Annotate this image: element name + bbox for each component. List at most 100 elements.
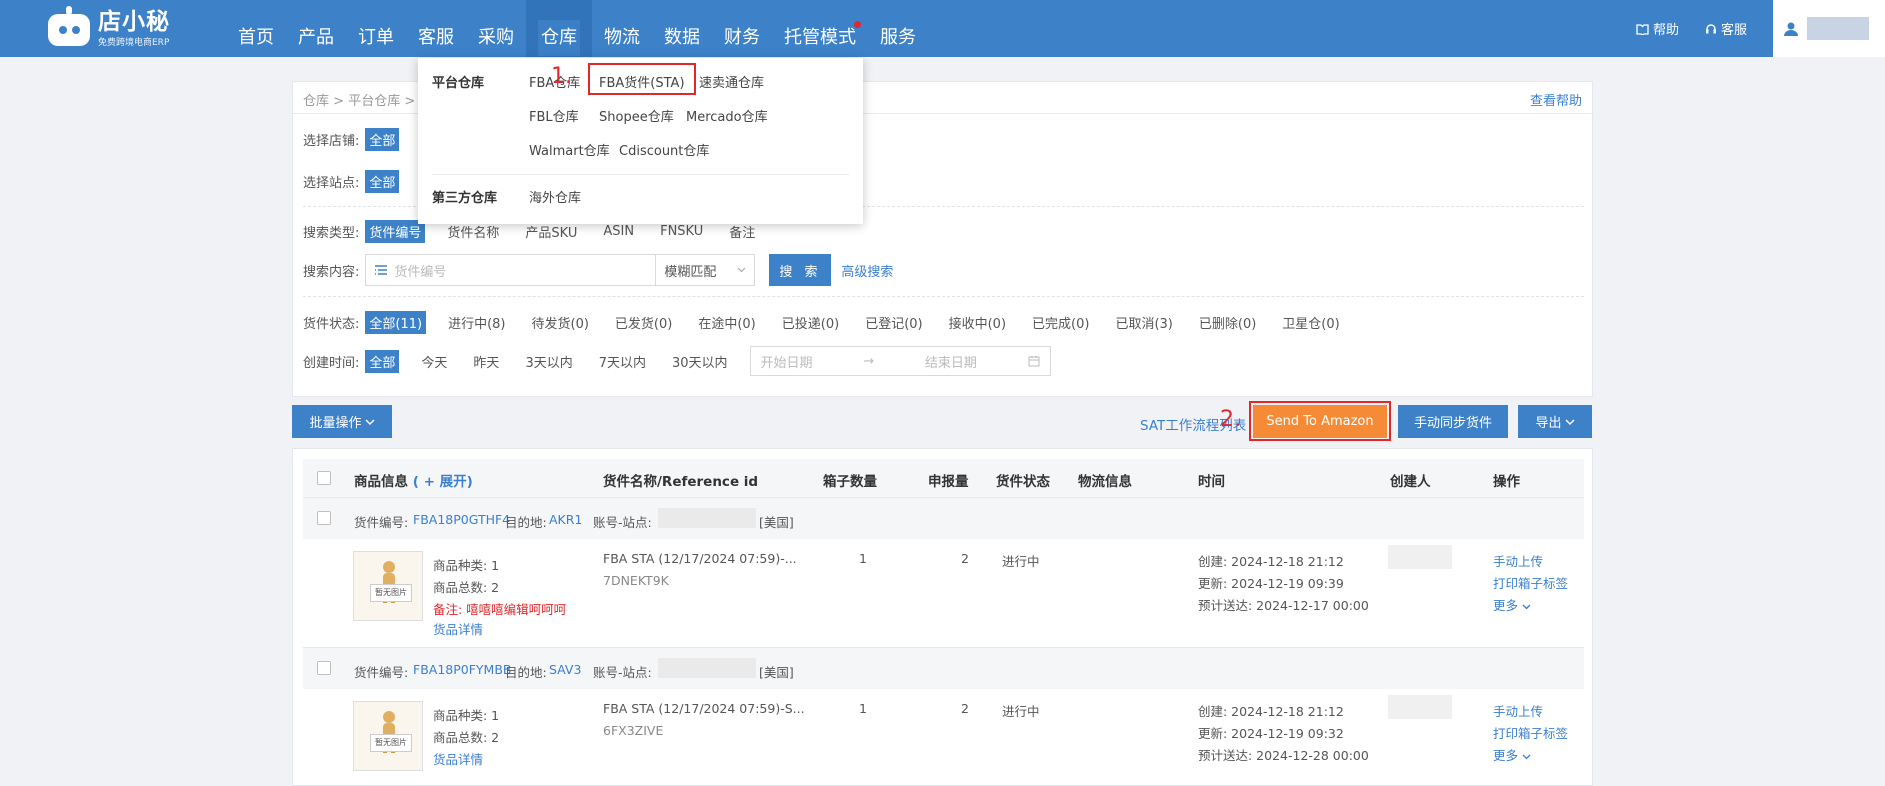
- help-link[interactable]: 帮助: [1636, 19, 1679, 38]
- nav-home[interactable]: 首页: [226, 0, 286, 57]
- nav-purchasing[interactable]: 采购: [466, 0, 526, 57]
- table-header: 商品信息 ( + 展开) 货件名称/Reference id 箱子数量 申报量 …: [303, 459, 1584, 497]
- batch-operation-button[interactable]: 批量操作: [292, 405, 392, 438]
- menu-mercado-warehouse[interactable]: Mercado仓库: [686, 106, 768, 125]
- menu-shopee-warehouse[interactable]: Shopee仓库: [599, 106, 674, 125]
- nav-orders[interactable]: 订单: [346, 0, 406, 57]
- user-icon: [1784, 22, 1798, 36]
- breadcrumb-platform[interactable]: 平台仓库: [348, 94, 400, 109]
- search-content-label: 搜索内容:: [303, 264, 360, 280]
- third-party-warehouse-title: 第三方仓库: [432, 191, 498, 206]
- col-boxes: 箱子数量: [823, 474, 877, 490]
- product-image: 暂无图片: [353, 701, 423, 771]
- sync-shipment-button[interactable]: 手动同步货件: [1398, 405, 1508, 438]
- expand-link[interactable]: ( + 展开): [413, 474, 473, 490]
- logo[interactable]: 店小秘 免费跨境电商ERP: [44, 6, 170, 50]
- step-1-marker: 1.: [551, 64, 572, 89]
- search-input[interactable]: 货件编号: [365, 254, 656, 286]
- menu-overseas-warehouse[interactable]: 海外仓库: [529, 187, 581, 206]
- chevron-down-icon: [1565, 419, 1574, 425]
- breadcrumb-warehouse[interactable]: 仓库: [303, 94, 329, 109]
- status-all[interactable]: 全部(11): [365, 311, 427, 334]
- robot-logo-icon: [44, 6, 94, 50]
- time-7days[interactable]: 7天以内: [595, 350, 650, 373]
- status-cancelled[interactable]: 已取消(3): [1111, 311, 1176, 334]
- search-type-label: 搜索类型:: [303, 226, 360, 241]
- status-receiving[interactable]: 接收中(0): [945, 311, 1010, 334]
- logo-text: 店小秘: [98, 8, 170, 35]
- shipment-group-header: 货件编号: FBA18P0FYMBB 目的地: SAV3 账号-站点: [美国]: [303, 647, 1584, 689]
- status-label: 货件状态:: [303, 317, 360, 332]
- goods-detail-link[interactable]: 货品详情: [433, 619, 483, 638]
- menu-cdiscount-warehouse[interactable]: Cdiscount仓库: [619, 140, 709, 159]
- goods-detail-link[interactable]: 货品详情: [433, 749, 483, 768]
- export-button[interactable]: 导出: [1518, 405, 1592, 438]
- status-registered[interactable]: 已登记(0): [861, 311, 926, 334]
- status-shipped[interactable]: 已发货(0): [611, 311, 676, 334]
- status-completed[interactable]: 已完成(0): [1028, 311, 1093, 334]
- status-in-progress[interactable]: 进行中(8): [444, 311, 509, 334]
- shipment-number-link[interactable]: FBA18P0FYMBB: [413, 662, 511, 677]
- nav-data[interactable]: 数据: [652, 0, 712, 57]
- shipment-number-link[interactable]: FBA18P0GTHF4: [413, 512, 510, 527]
- username-placeholder: [1807, 17, 1869, 40]
- end-date-input[interactable]: 结束日期: [925, 352, 977, 371]
- date-range-picker[interactable]: 开始日期 → 结束日期: [749, 346, 1051, 376]
- row-checkbox[interactable]: [317, 661, 331, 675]
- nav-products[interactable]: 产品: [286, 0, 346, 57]
- more-link[interactable]: 更多: [1493, 595, 1531, 614]
- advanced-search-link[interactable]: 高级搜索: [841, 261, 893, 280]
- nav-finance[interactable]: 财务: [712, 0, 772, 57]
- nav-customer-service[interactable]: 客服: [406, 0, 466, 57]
- search-button[interactable]: 搜 索: [769, 254, 832, 286]
- print-box-label-link[interactable]: 打印箱子标签: [1493, 723, 1568, 742]
- status-pending-ship[interactable]: 待发货(0): [528, 311, 593, 334]
- time-yesterday[interactable]: 昨天: [469, 350, 503, 373]
- select-all-checkbox[interactable]: [317, 471, 331, 485]
- col-product: 商品信息 ( + 展开): [354, 474, 473, 490]
- status-in-transit[interactable]: 在途中(0): [694, 311, 759, 334]
- book-icon: [1636, 23, 1649, 35]
- match-mode-select[interactable]: 模糊匹配: [655, 254, 756, 286]
- status-deleted[interactable]: 已删除(0): [1195, 311, 1260, 334]
- chevron-down-icon: [737, 267, 746, 273]
- manual-upload-link[interactable]: 手动上传: [1493, 551, 1543, 570]
- search-type-fnsku[interactable]: FNSKU: [656, 222, 707, 241]
- nav-managed-mode[interactable]: 托管模式: [772, 0, 868, 57]
- menu-aliexpress-warehouse[interactable]: 速卖通仓库: [699, 72, 764, 91]
- search-type-asin[interactable]: ASIN: [599, 222, 638, 241]
- calendar-icon: [1028, 356, 1040, 367]
- destination-link[interactable]: AKR1: [549, 512, 582, 527]
- view-help-link[interactable]: 查看帮助: [1530, 90, 1582, 109]
- time-3days[interactable]: 3天以内: [521, 350, 576, 373]
- site-filter-all[interactable]: 全部: [365, 170, 400, 193]
- col-creator: 创建人: [1390, 474, 1431, 490]
- logo-tagline: 免费跨境电商ERP: [98, 37, 170, 48]
- nav-logistics[interactable]: 物流: [592, 0, 652, 57]
- col-ops: 操作: [1493, 474, 1520, 490]
- nav-warehouse[interactable]: 仓库: [526, 0, 592, 57]
- search-type-shipment-no[interactable]: 货件编号: [365, 220, 426, 243]
- row-checkbox[interactable]: [317, 511, 331, 525]
- col-time: 时间: [1198, 474, 1225, 490]
- status-delivered[interactable]: 已投递(0): [778, 311, 843, 334]
- start-date-input[interactable]: 开始日期: [761, 352, 813, 371]
- nav-services[interactable]: 服务: [868, 0, 928, 57]
- more-link[interactable]: 更多: [1493, 745, 1531, 764]
- customer-service-link[interactable]: 客服: [1705, 19, 1747, 38]
- print-box-label-link[interactable]: 打印箱子标签: [1493, 573, 1568, 592]
- time-30days[interactable]: 30天以内: [668, 350, 732, 373]
- site-filter-label: 选择站点:: [303, 176, 360, 191]
- user-menu[interactable]: [1773, 0, 1885, 57]
- shipment-name: FBA STA (12/17/2024 07:59)-S...: [603, 701, 805, 716]
- shop-filter-all[interactable]: 全部: [365, 128, 400, 151]
- menu-walmart-warehouse[interactable]: Walmart仓库: [529, 140, 610, 159]
- time-today[interactable]: 今天: [417, 350, 451, 373]
- headset-icon: [1705, 23, 1716, 33]
- status-text: 进行中: [1002, 554, 1040, 569]
- time-all[interactable]: 全部: [365, 349, 400, 373]
- status-satellite[interactable]: 卫星仓(0): [1278, 311, 1343, 334]
- menu-fbl-warehouse[interactable]: FBL仓库: [529, 106, 579, 125]
- destination-link[interactable]: SAV3: [549, 662, 581, 677]
- manual-upload-link[interactable]: 手动上传: [1493, 701, 1543, 720]
